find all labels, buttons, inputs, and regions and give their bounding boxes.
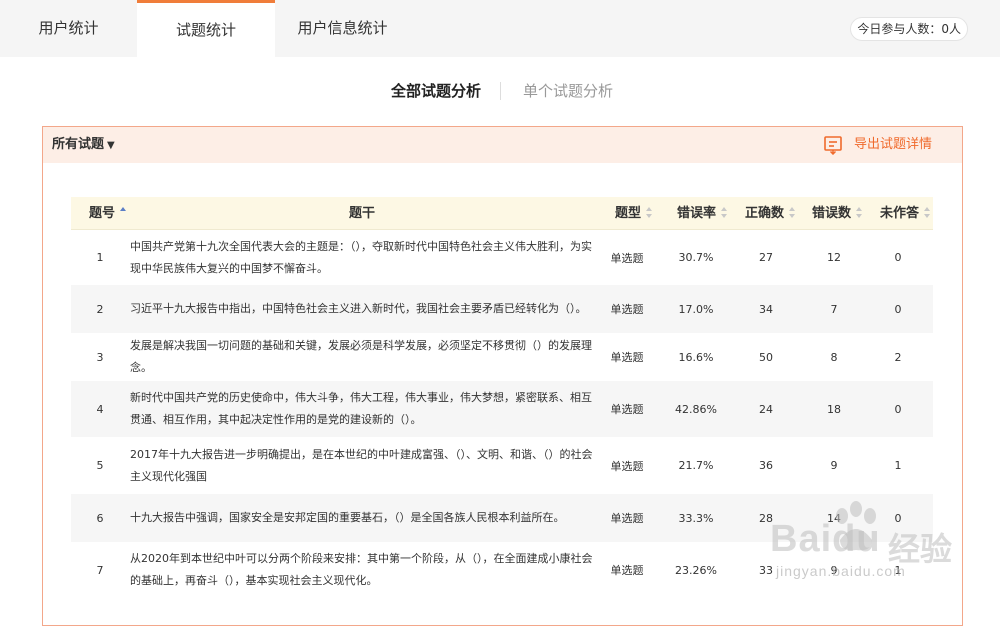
- tab-question-stats[interactable]: 试题统计: [137, 0, 275, 57]
- table-row[interactable]: 4 新时代中国共产党的历史使命中，伟大斗争，伟大工程，伟大事业，伟大梦想，紧密联…: [71, 381, 933, 437]
- cell-no: 4: [96, 402, 104, 416]
- cell-no: 1: [96, 251, 104, 264]
- cell-type: 单选题: [610, 303, 644, 316]
- col-correct-header[interactable]: 正确数: [745, 197, 796, 230]
- sort-icon: [924, 207, 931, 218]
- cell-no: 5: [96, 459, 104, 472]
- cell-unanswered: 2: [894, 350, 902, 364]
- cell-wrong: 12: [827, 251, 841, 264]
- question-filter-dropdown[interactable]: 所有试题 ▼: [52, 127, 115, 164]
- export-document-icon: [824, 136, 842, 155]
- sort-icon: [789, 207, 796, 218]
- panel-header: 所有试题 ▼ 导出试题详情: [43, 127, 962, 163]
- cell-unanswered: 0: [894, 402, 902, 416]
- caret-down-icon: ▼: [107, 140, 115, 151]
- table-row[interactable]: 1 中国共产党第十九次全国代表大会的主题是：（），夺取新时代中国特色社会主义伟大…: [71, 230, 933, 285]
- sort-asc-icon: [120, 207, 127, 218]
- cell-correct: 28: [759, 511, 773, 525]
- cell-unanswered: 0: [894, 302, 902, 316]
- cell-error-rate: 21.7%: [678, 459, 714, 472]
- question-analysis-panel: 所有试题 ▼ 导出试题详情 题号 题干 题型 错误率 正确数 错误数 未作答 1…: [42, 126, 963, 626]
- cell-unanswered: 1: [894, 459, 902, 472]
- cell-wrong: 8: [830, 350, 838, 364]
- question-stats-table: 题号 题干 题型 错误率 正确数 错误数 未作答 1 中国共产党第十九次全国代表…: [71, 197, 933, 598]
- cell-no: 3: [96, 350, 104, 364]
- cell-error-rate: 30.7%: [678, 251, 714, 264]
- filter-label: 所有试题: [52, 137, 105, 152]
- col-no-label: 题号: [89, 206, 116, 221]
- cell-error-rate: 16.6%: [678, 350, 714, 364]
- cell-stem: 中国共产党第十九次全国代表大会的主题是：（），夺取新时代中国特色社会主义伟大胜利…: [130, 239, 592, 275]
- cell-type: 单选题: [610, 351, 644, 364]
- table-row[interactable]: 7 从2020年到本世纪中叶可以分两个阶段来安排：其中第一个阶段，从（），在全面…: [71, 542, 933, 598]
- table-row[interactable]: 5 2017年十九大报告进一步明确提出，是在本世纪的中叶建成富强、（）、文明、和…: [71, 437, 933, 494]
- cell-no: 7: [96, 563, 104, 577]
- col-unanswered-label: 未作答: [880, 206, 920, 221]
- cell-stem: 习近平十九大报告中指出，中国特色社会主义进入新时代，我国社会主要矛盾已经转化为（…: [130, 302, 587, 315]
- cell-correct: 33: [759, 563, 773, 577]
- cell-type: 单选题: [610, 251, 644, 265]
- cell-correct: 34: [759, 302, 773, 316]
- cell-stem: 新时代中国共产党的历史使命中，伟大斗争，伟大工程，伟大事业，伟大梦想，紧密联系、…: [130, 391, 592, 426]
- cell-no: 6: [96, 511, 104, 525]
- cell-wrong: 9: [830, 459, 838, 472]
- cell-stem: 从2020年到本世纪中叶可以分两个阶段来安排：其中第一个阶段，从（），在全面建成…: [130, 552, 593, 587]
- tab-user-info-stats[interactable]: 用户信息统计: [275, 0, 410, 57]
- today-participants-badge: 今日参与人数：0人: [850, 17, 968, 41]
- tab-user-stats[interactable]: 用户统计: [0, 0, 137, 57]
- cell-unanswered: 0: [894, 251, 902, 264]
- analysis-subtabs: 全部试题分析 单个试题分析: [0, 78, 1000, 104]
- cell-unanswered: 1: [894, 563, 902, 577]
- cell-correct: 50: [759, 350, 773, 364]
- cell-no: 2: [96, 302, 104, 316]
- cell-wrong: 18: [827, 402, 841, 416]
- col-no-header[interactable]: 题号: [89, 197, 127, 230]
- cell-stem: 发展是解决我国一切问题的基础和关键，发展必须是科学发展，必须坚定不移贯彻（）的发…: [130, 339, 592, 374]
- col-error-rate-label: 错误率: [677, 206, 717, 221]
- cell-unanswered: 0: [894, 511, 902, 525]
- cell-wrong: 9: [830, 563, 838, 577]
- cell-error-rate: 23.26%: [675, 563, 717, 577]
- table-row[interactable]: 3 发展是解决我国一切问题的基础和关键，发展必须是科学发展，必须坚定不移贯彻（）…: [71, 333, 933, 381]
- subtab-single-analysis[interactable]: 单个试题分析: [523, 78, 613, 104]
- col-wrong-label: 错误数: [812, 206, 852, 221]
- col-type-header[interactable]: 题型: [615, 197, 653, 230]
- col-error-rate-header[interactable]: 错误率: [677, 197, 728, 230]
- cell-error-rate: 33.3%: [678, 511, 714, 525]
- col-type-label: 题型: [615, 206, 642, 221]
- cell-stem: 2017年十九大报告进一步明确提出，是在本世纪的中叶建成富强、（）、文明、和谐、…: [130, 447, 593, 483]
- cell-type: 单选题: [610, 403, 644, 416]
- cell-type: 单选题: [610, 564, 644, 577]
- sort-icon: [721, 207, 728, 218]
- table-row[interactable]: 2 习近平十九大报告中指出，中国特色社会主义进入新时代，我国社会主要矛盾已经转化…: [71, 285, 933, 333]
- subtab-divider: [500, 82, 501, 100]
- subtab-all-analysis[interactable]: 全部试题分析: [391, 78, 481, 104]
- cell-wrong: 7: [830, 302, 838, 316]
- sort-icon: [856, 207, 863, 218]
- cell-type: 单选题: [610, 459, 644, 473]
- export-label: 导出试题详情: [853, 137, 932, 152]
- sort-icon: [646, 207, 653, 218]
- cell-correct: 27: [759, 251, 773, 264]
- cell-wrong: 14: [827, 511, 841, 525]
- cell-error-rate: 42.86%: [675, 402, 717, 416]
- col-stem-header: 题干: [349, 197, 375, 230]
- cell-correct: 24: [759, 402, 773, 416]
- cell-error-rate: 17.0%: [678, 302, 714, 316]
- col-wrong-header[interactable]: 错误数: [812, 197, 863, 230]
- top-tab-bar: 用户统计 试题统计 用户信息统计 今日参与人数：0人: [0, 0, 1000, 57]
- col-stem-label: 题干: [349, 206, 376, 221]
- export-details-button[interactable]: 导出试题详情: [824, 127, 932, 163]
- table-header: 题号 题干 题型 错误率 正确数 错误数 未作答: [71, 197, 933, 230]
- cell-correct: 36: [759, 459, 773, 472]
- cell-stem: 十九大报告中强调，国家安全是安邦定国的重要基石，（）是全国各族人民根本利益所在。: [130, 511, 565, 524]
- cell-type: 单选题: [610, 512, 644, 525]
- table-row[interactable]: 6 十九大报告中强调，国家安全是安邦定国的重要基石，（）是全国各族人民根本利益所…: [71, 494, 933, 542]
- col-unanswered-header[interactable]: 未作答: [880, 197, 931, 230]
- col-correct-label: 正确数: [745, 206, 785, 221]
